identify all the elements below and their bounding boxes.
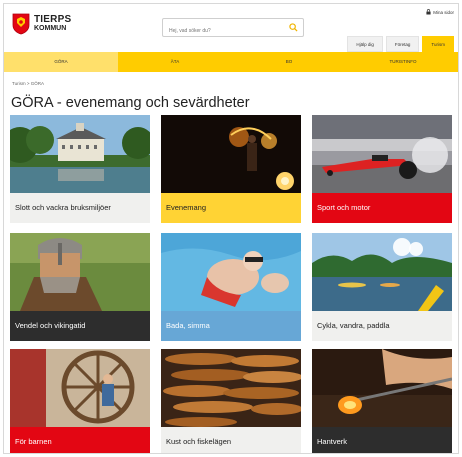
card-children[interactable]: För barnen: [10, 349, 150, 453]
card-crafts[interactable]: Hantverk: [312, 349, 452, 453]
nav-item-turistinfo[interactable]: TURISTINFO: [346, 52, 458, 72]
dragster-image: [312, 115, 452, 193]
card-label: Evenemang: [161, 193, 301, 223]
card-label: För barnen: [10, 427, 150, 453]
card-label: Kust och fiskelägen: [161, 427, 301, 453]
tab-business[interactable]: Företag: [385, 36, 420, 52]
audience-tabs: Hjälp dig Företag Turism: [344, 36, 454, 52]
card-viking[interactable]: Vendel och vikingatid: [10, 233, 150, 341]
breadcrumb[interactable]: Turism > GÖRA: [12, 81, 44, 86]
lock-icon: [426, 9, 431, 15]
card-label: Cykla, vandra, paddla: [312, 311, 452, 341]
site-logo[interactable]: TIERPS KOMMUN: [12, 13, 71, 35]
logo-text: TIERPS KOMMUN: [34, 15, 71, 33]
login-link[interactable]: Mina sidor: [426, 9, 454, 15]
tab-tourism[interactable]: Turism: [422, 36, 454, 52]
card-label: Sport och motor: [312, 193, 452, 223]
fire-performer-image: [161, 115, 301, 193]
glassblowing-image: [312, 349, 452, 427]
card-swimming[interactable]: Bada, simma: [161, 233, 301, 341]
card-sport[interactable]: Sport och motor: [312, 115, 452, 223]
page-title: GÖRA - evenemang och sevärdheter: [11, 95, 250, 111]
site-header: TIERPS KOMMUN Mina sidor Hjälp dig Föret…: [4, 4, 458, 54]
tab-help[interactable]: Hjälp dig: [347, 36, 383, 52]
card-coast[interactable]: Kust och fiskelägen: [161, 349, 301, 453]
card-label: Vendel och vikingatid: [10, 311, 150, 341]
search-box: [162, 18, 304, 40]
kayak-image: [312, 233, 452, 311]
nav-item-bo[interactable]: BO: [232, 52, 346, 72]
nav-item-gora[interactable]: GÖRA: [4, 52, 118, 72]
card-events[interactable]: Evenemang: [161, 115, 301, 223]
smoked-fish-image: [161, 349, 301, 427]
main-nav: GÖRA ÄTA BO TURISTINFO: [4, 52, 458, 72]
card-label: Slott och vackra bruksmiljöer: [10, 193, 150, 223]
card-outdoor[interactable]: Cykla, vandra, paddla: [312, 233, 452, 341]
login-label: Mina sidor: [433, 9, 454, 15]
card-castles[interactable]: Slott och vackra bruksmiljöer: [10, 115, 150, 223]
viking-image: [10, 233, 150, 311]
card-label: Hantverk: [312, 427, 452, 453]
page-frame: TIERPS KOMMUN Mina sidor Hjälp dig Föret…: [3, 3, 459, 454]
waterwheel-image: [10, 349, 150, 427]
nav-item-ata[interactable]: ÄTA: [118, 52, 232, 72]
search-icon[interactable]: [289, 23, 298, 32]
logo-sub: KOMMUN: [34, 25, 67, 32]
coat-of-arms-icon: [12, 13, 30, 35]
search-input[interactable]: [163, 22, 283, 40]
logo-main: TIERPS: [34, 14, 72, 25]
castle-image: [10, 115, 150, 193]
swimmer-image: [161, 233, 301, 311]
card-label: Bada, simma: [161, 311, 301, 341]
